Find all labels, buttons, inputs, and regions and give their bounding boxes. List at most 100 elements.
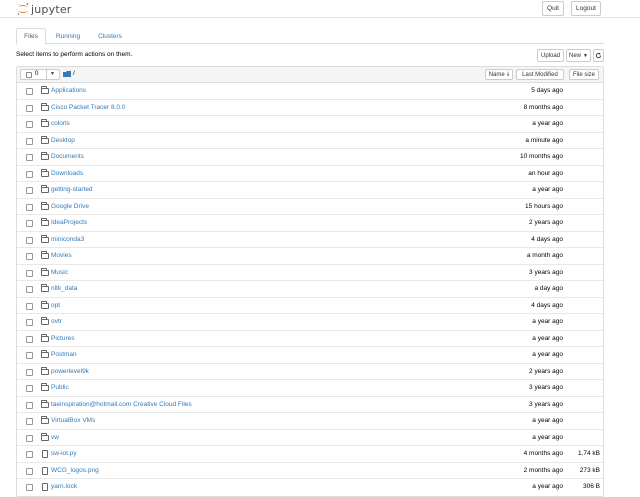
item-checkbox[interactable] — [26, 236, 33, 244]
item-name-link[interactable]: getting-started — [51, 186, 93, 193]
tab-files[interactable]: Files — [16, 28, 46, 45]
folder-icon — [41, 119, 49, 127]
item-name-link[interactable]: taeinspiration@hotmail.com Creative Clou… — [51, 401, 192, 408]
list-item[interactable]: Cisco Packet Tracer 8.0.0 8 months ago — [17, 100, 603, 116]
list-item[interactable]: yarn.lock a year ago 306 B — [17, 479, 603, 496]
list-item[interactable]: ovtr a year ago — [17, 314, 603, 331]
list-item[interactable]: Documents 10 months ago — [17, 149, 603, 166]
item-checkbox[interactable] — [26, 368, 33, 376]
item-name-link[interactable]: sw-iot.py — [51, 450, 77, 457]
item-checkbox[interactable] — [26, 253, 33, 260]
list-item[interactable]: vw a year ago — [17, 430, 603, 446]
item-checkbox[interactable] — [26, 187, 33, 194]
item-name-link[interactable]: opt — [51, 302, 60, 309]
item-checkbox[interactable] — [26, 434, 33, 442]
refresh-button[interactable] — [593, 49, 604, 62]
item-name-link[interactable]: Music — [51, 269, 68, 276]
folder-icon — [41, 366, 49, 375]
item-name-link[interactable]: IdeaProjects — [51, 219, 87, 226]
item-name-link[interactable]: ovtr — [51, 318, 62, 325]
item-name-link[interactable]: VirtualBox VMs — [51, 417, 95, 424]
item-name-link[interactable]: colorls — [51, 120, 70, 127]
list-item[interactable]: nltk_data a day ago — [17, 281, 603, 298]
jupyter-logo[interactable]: jupyter — [16, 2, 72, 16]
sort-by-name-button[interactable]: Name 🠗 — [485, 69, 513, 80]
item-checkbox[interactable] — [26, 484, 33, 491]
item-last-modified: a year ago — [532, 483, 563, 490]
quit-button[interactable]: Quit — [542, 1, 564, 16]
item-name-link[interactable]: Google Drive — [51, 203, 89, 210]
item-last-modified: a day ago — [534, 285, 563, 292]
item-name-link[interactable]: Movies — [51, 252, 72, 259]
sort-by-file-size-button[interactable]: File size — [569, 69, 599, 80]
list-item[interactable]: Google Drive 15 hours ago — [17, 199, 603, 215]
list-item[interactable]: Pictures a year ago — [17, 331, 603, 347]
sort-by-last-modified-button[interactable]: Last Modified — [516, 69, 564, 80]
list-item[interactable]: VirtualBox VMs a year ago — [17, 413, 603, 430]
select-all-dropdown[interactable]: 0 ▼ — [20, 69, 60, 80]
item-checkbox[interactable] — [26, 467, 33, 475]
item-checkbox[interactable] — [26, 418, 33, 425]
item-checkbox[interactable] — [26, 203, 33, 211]
item-checkbox[interactable] — [26, 137, 33, 145]
item-checkbox[interactable] — [26, 170, 33, 178]
list-item[interactable]: powerlevel9k 2 years ago — [17, 364, 603, 380]
caret-down-icon[interactable]: ▼ — [50, 71, 55, 77]
list-item[interactable]: taeinspiration@hotmail.com Creative Clou… — [17, 397, 603, 413]
list-item[interactable]: WCG_logos.png 2 months ago 273 kB — [17, 463, 603, 479]
list-item[interactable]: miniconda3 4 days ago — [17, 232, 603, 248]
list-item[interactable]: Postman a year ago — [17, 347, 603, 364]
item-name-link[interactable]: nltk_data — [51, 285, 77, 292]
breadcrumb-path[interactable]: / — [73, 70, 75, 77]
select-all-checkbox[interactable] — [26, 72, 32, 78]
item-name-link[interactable]: Cisco Packet Tracer 8.0.0 — [51, 104, 125, 111]
item-name-link[interactable]: miniconda3 — [51, 236, 84, 243]
item-checkbox[interactable] — [26, 401, 33, 409]
list-item[interactable]: sw-iot.py 4 months ago 1.74 kB — [17, 446, 603, 463]
item-name-link[interactable]: Postman — [51, 351, 77, 358]
item-name-link[interactable]: Public — [51, 384, 69, 391]
list-item[interactable]: opt 4 days ago — [17, 298, 603, 314]
list-item[interactable]: Applications 5 days ago — [17, 83, 603, 100]
list-item[interactable]: Desktop a minute ago — [17, 133, 603, 149]
logout-button[interactable]: Logout — [571, 1, 601, 16]
list-item[interactable]: Movies a month ago — [17, 248, 603, 265]
item-name-link[interactable]: powerlevel9k — [51, 368, 89, 375]
item-checkbox[interactable] — [26, 335, 33, 343]
item-last-modified: 2 years ago — [529, 367, 563, 375]
item-checkbox[interactable] — [26, 286, 33, 293]
item-checkbox[interactable] — [26, 451, 33, 458]
item-checkbox[interactable] — [26, 154, 33, 161]
item-name-link[interactable]: Pictures — [51, 335, 74, 342]
item-name-link[interactable]: Desktop — [51, 137, 75, 144]
folder-icon[interactable] — [63, 71, 71, 77]
tab-clusters[interactable]: Clusters — [92, 28, 128, 44]
item-checkbox[interactable] — [26, 220, 33, 227]
list-item[interactable]: colorls a year ago — [17, 116, 603, 133]
upload-button[interactable]: Upload — [537, 49, 564, 62]
item-name-link[interactable]: Downloads — [51, 170, 83, 177]
item-name-link[interactable]: Documents — [51, 153, 84, 160]
item-name-link[interactable]: yarn.lock — [51, 483, 77, 490]
item-name-link[interactable]: vw — [51, 434, 59, 441]
item-last-modified: a year ago — [532, 351, 563, 358]
list-item[interactable]: Public 3 years ago — [17, 380, 603, 397]
item-checkbox[interactable] — [26, 319, 33, 326]
item-name-link[interactable]: Applications — [51, 87, 86, 94]
item-checkbox[interactable] — [26, 269, 33, 277]
list-item[interactable]: IdeaProjects 2 years ago — [17, 215, 603, 232]
tab-bar: Files Running Clusters — [16, 28, 604, 45]
tab-running[interactable]: Running — [50, 28, 86, 44]
list-item[interactable]: Downloads an hour ago — [17, 166, 603, 182]
list-item[interactable]: getting-started a year ago — [17, 182, 603, 199]
item-name-link[interactable]: WCG_logos.png — [51, 467, 99, 474]
item-checkbox[interactable] — [26, 104, 33, 112]
item-checkbox[interactable] — [26, 302, 33, 310]
item-checkbox[interactable] — [26, 385, 33, 392]
item-checkbox[interactable] — [26, 88, 33, 95]
new-dropdown-button[interactable]: New ▼ — [566, 49, 591, 62]
item-last-modified: 4 days ago — [531, 301, 563, 309]
list-item[interactable]: Music 3 years ago — [17, 265, 603, 281]
item-checkbox[interactable] — [26, 352, 33, 359]
item-checkbox[interactable] — [26, 121, 33, 128]
